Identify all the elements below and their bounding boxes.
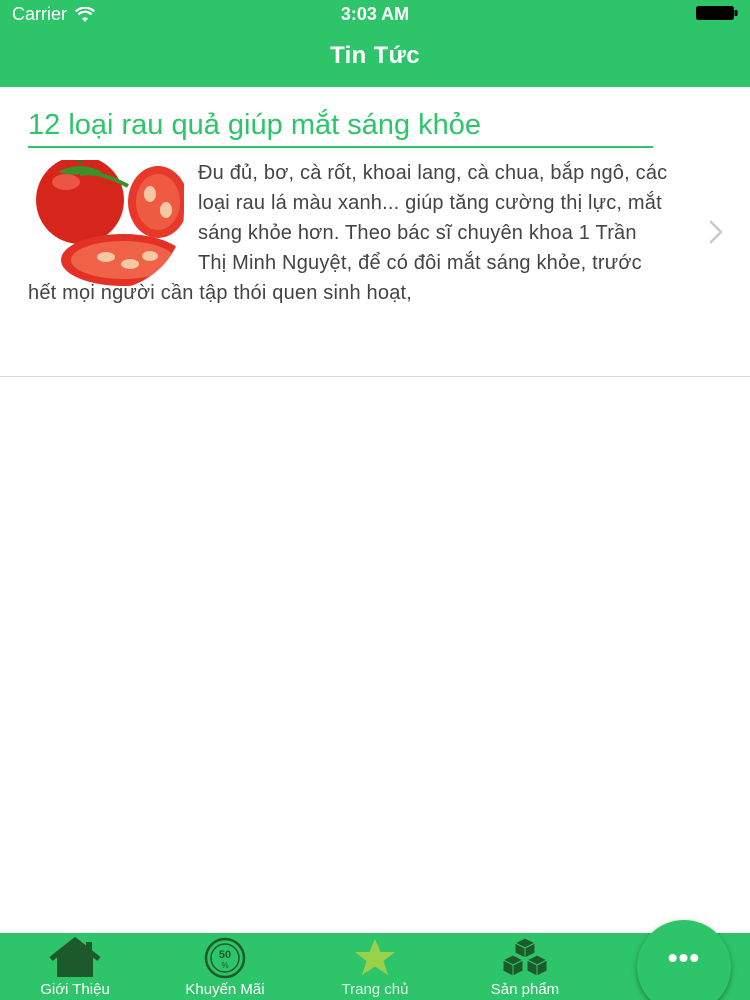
tab-label: Khuyến Mãi	[185, 981, 265, 998]
tab-label: Sản phẩm	[490, 981, 560, 998]
news-title[interactable]: 12 loại rau quả giúp mắt sáng khỏe	[28, 109, 653, 148]
status-time: 3:03 AM	[340, 4, 410, 24]
svg-text:%: %	[221, 961, 228, 970]
home-icon	[49, 937, 101, 977]
tab-san-pham[interactable]: Sản phẩm	[450, 933, 600, 1000]
tab-khuyen-mai[interactable]: 50 % Khuyến Mãi	[150, 933, 300, 1000]
battery-icon	[696, 6, 738, 20]
news-list: 12 loại rau quả giúp mắt sáng khỏe Đu đủ…	[0, 87, 750, 377]
more-button[interactable]: •••	[637, 920, 731, 1000]
tab-gioi-thieu[interactable]: Giới Thiệu	[0, 933, 150, 1000]
boxes-icon	[501, 937, 549, 977]
discount-badge-icon: 50 %	[204, 937, 246, 979]
more-icon: •••	[667, 942, 701, 973]
news-list-item[interactable]: 12 loại rau quả giúp mắt sáng khỏe Đu đủ…	[0, 87, 750, 377]
tab-label: Giới Thiệu	[40, 981, 110, 998]
news-excerpt: Đu đủ, bơ, cà rốt, khoai lang, cà chua, …	[28, 158, 668, 308]
svg-text:50: 50	[219, 949, 231, 961]
page-title: Tin Tức	[330, 42, 420, 69]
chevron-right-icon[interactable]	[708, 220, 724, 244]
header-bar: Carrier 3:03 AM Tin Tức	[0, 0, 750, 87]
thumbnail-spacer	[28, 158, 198, 278]
tab-trang-chu[interactable]: Trang chủ	[300, 933, 450, 1000]
status-bar: Carrier 3:03 AM	[0, 0, 750, 30]
star-icon	[355, 939, 395, 975]
tab-label: Trang chủ	[341, 981, 409, 998]
app-root: Carrier 3:03 AM Tin Tức 12 loại rau quả …	[0, 0, 750, 1000]
